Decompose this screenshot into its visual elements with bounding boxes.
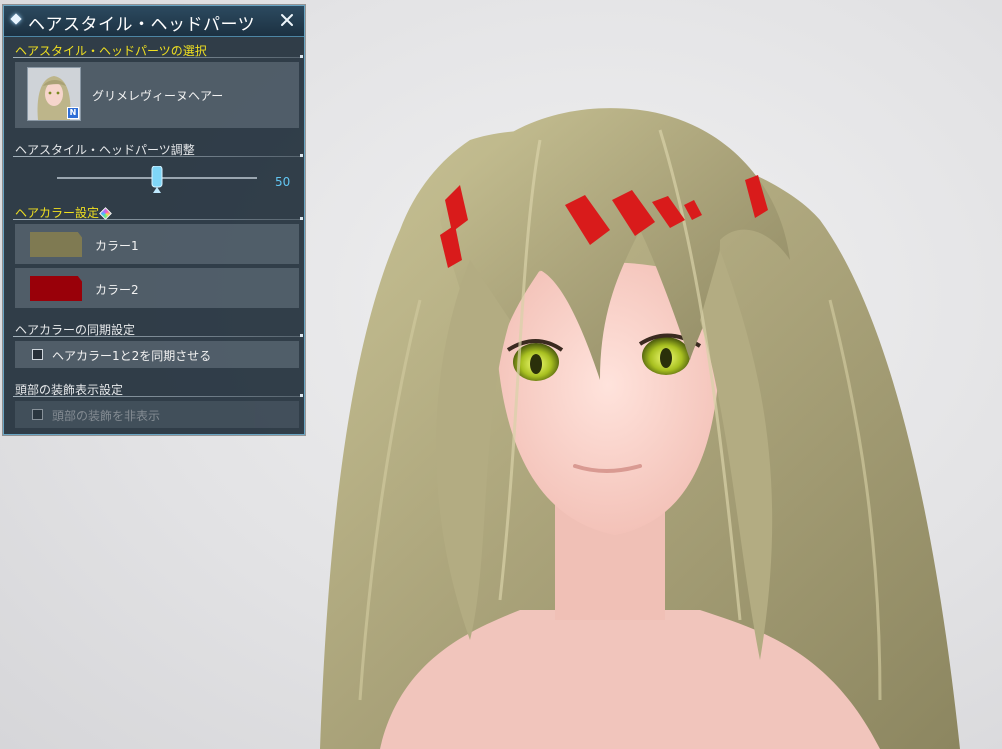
divider — [13, 334, 303, 337]
divider — [13, 55, 303, 58]
sync-checkbox-label: ヘアカラー1と2を同期させる — [52, 349, 212, 363]
close-icon — [281, 14, 293, 26]
color1-row[interactable]: カラー1 — [15, 224, 299, 264]
sync-checkbox[interactable] — [32, 349, 43, 360]
hide-accessory-checkbox-label: 頭部の装飾を非表示 — [52, 409, 161, 423]
adjust-slider-handle[interactable] — [151, 165, 163, 194]
color1-swatch[interactable] — [30, 232, 82, 257]
divider — [13, 217, 303, 220]
divider — [13, 154, 303, 157]
close-button[interactable] — [277, 10, 297, 30]
color1-label: カラー1 — [95, 239, 139, 253]
hairstyle-item[interactable]: N グリメレヴィーヌヘアー — [15, 62, 299, 128]
hide-accessory-checkbox[interactable] — [32, 409, 43, 420]
panel-title: ヘアスタイル・ヘッドパーツ — [28, 15, 256, 35]
head-accessory-checkbox-row[interactable]: 頭部の装飾を非表示 — [15, 401, 299, 428]
diamond-icon — [10, 13, 22, 25]
sync-checkbox-row[interactable]: ヘアカラー1と2を同期させる — [15, 341, 299, 368]
divider — [13, 394, 303, 397]
panel-titlebar[interactable]: ヘアスタイル・ヘッドパーツ — [4, 6, 304, 37]
color2-row[interactable]: カラー2 — [15, 268, 299, 308]
hairstyle-name: グリメレヴィーヌヘアー — [92, 89, 224, 103]
hairstyle-panel: ヘアスタイル・ヘッドパーツ ヘアスタイル・ヘッドパーツの選択 N グリメレヴィー… — [3, 5, 305, 435]
color2-label: カラー2 — [95, 283, 139, 297]
premium-gem-icon — [99, 207, 112, 220]
color2-swatch[interactable] — [30, 276, 82, 301]
adjust-slider-value: 50 — [275, 175, 291, 189]
new-badge: N — [67, 107, 79, 119]
slider-handle-icon — [151, 165, 163, 193]
hairstyle-thumbnail: N — [27, 67, 81, 121]
